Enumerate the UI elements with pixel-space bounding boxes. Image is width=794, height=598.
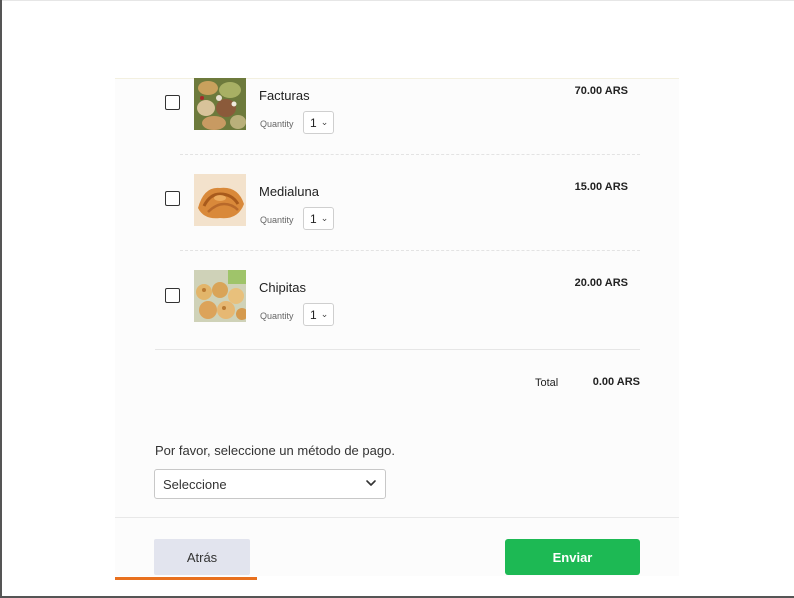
- total-value: 0.00 ARS: [592, 376, 640, 388]
- chevron-down-icon: ⌄: [320, 117, 329, 127]
- product-price: 70.00 ARS: [574, 85, 628, 97]
- quantity-select[interactable]: 1 ⌄: [303, 303, 334, 326]
- payment-method-select[interactable]: Seleccione: [154, 469, 386, 499]
- window-top-edge: [2, 0, 794, 1]
- quantity-select[interactable]: 1 ⌄: [303, 207, 334, 230]
- item-divider: [180, 154, 640, 155]
- send-button[interactable]: Enviar: [505, 539, 640, 575]
- facturas-image: [194, 78, 246, 130]
- product-price: 20.00 ARS: [574, 277, 628, 289]
- quantity-label: Quantity: [260, 311, 294, 321]
- product-price: 15.00 ARS: [574, 181, 628, 193]
- chevron-down-icon: ⌄: [320, 309, 329, 319]
- quantity-label: Quantity: [260, 215, 294, 225]
- product-item-facturas: Facturas Quantity 1 ⌄ 70.00 ARS: [0, 78, 794, 174]
- quantity-value: 1: [310, 115, 317, 130]
- product-name: Medialuna: [259, 184, 319, 199]
- chevron-down-icon: ⌄: [320, 213, 329, 223]
- footer-divider: [115, 517, 679, 518]
- product-select-checkbox[interactable]: [165, 288, 180, 303]
- product-item-chipitas: Chipitas Quantity 1 ⌄ 20.00 ARS: [0, 270, 794, 366]
- product-item-medialuna: Medialuna Quantity 1 ⌄ 15.00 ARS: [0, 174, 794, 270]
- payment-method-selected: Seleccione: [163, 476, 227, 492]
- quantity-label: Quantity: [260, 119, 294, 129]
- product-name: Facturas: [259, 88, 310, 103]
- back-button[interactable]: Atrás: [154, 539, 250, 575]
- item-divider: [180, 250, 640, 251]
- quantity-value: 1: [310, 307, 317, 322]
- total-label: Total: [535, 377, 559, 389]
- chipitas-image: [194, 270, 246, 322]
- medialuna-image: [194, 174, 246, 226]
- product-select-checkbox[interactable]: [165, 95, 180, 110]
- back-button-focus-underline: [115, 577, 257, 580]
- product-select-checkbox[interactable]: [165, 191, 180, 206]
- items-bottom-divider: [155, 349, 640, 350]
- chevron-down-icon: [366, 480, 376, 486]
- quantity-value: 1: [310, 211, 317, 226]
- product-name: Chipitas: [259, 280, 306, 295]
- quantity-select[interactable]: 1 ⌄: [303, 111, 334, 134]
- payment-method-prompt: Por favor, seleccione un método de pago.: [155, 443, 395, 458]
